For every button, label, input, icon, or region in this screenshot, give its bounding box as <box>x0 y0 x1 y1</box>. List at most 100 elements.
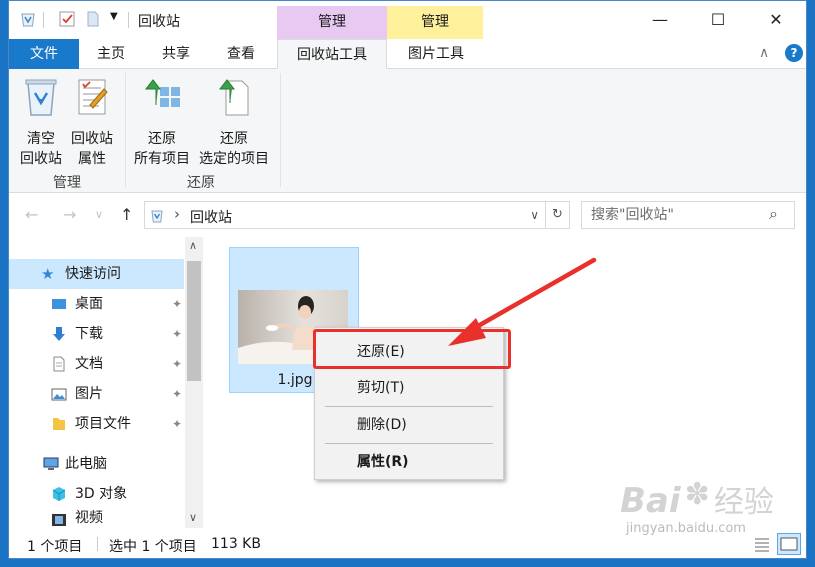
nav-scrollbar[interactable]: ∧ ∨ <box>185 237 203 528</box>
recycle-bin-icon <box>151 210 163 223</box>
restore-selected-icon <box>218 79 249 116</box>
star-icon: ★ <box>41 265 55 283</box>
pin-icon[interactable]: ✦ <box>172 409 182 439</box>
close-button[interactable]: ✕ <box>753 1 799 39</box>
tab-file[interactable]: 文件 <box>9 39 79 69</box>
nav-item-desktop[interactable]: 桌面 ✦ <box>9 289 184 319</box>
pin-icon[interactable]: ✦ <box>172 289 182 319</box>
pin-icon[interactable]: ✦ <box>172 379 182 409</box>
menu-separator <box>325 443 493 444</box>
recycle-bin-properties-button[interactable]: 回收站 属性 <box>67 75 117 169</box>
watermark-brand-cn: 经验 <box>713 485 774 520</box>
nav-item-pictures[interactable]: 图片 ✦ <box>9 379 184 409</box>
scroll-up-icon[interactable]: ∧ <box>189 239 197 252</box>
minimize-button[interactable]: — <box>637 1 683 39</box>
button-label: 还原 <box>220 131 248 147</box>
search-icon[interactable]: ⌕ <box>769 204 778 224</box>
refresh-button[interactable]: ↻ <box>546 201 570 229</box>
restore-selected-items-button[interactable]: 还原 选定的项目 <box>195 75 273 169</box>
baidu-watermark: Bai ✽ 经验 jingyan.baidu.com <box>620 477 774 536</box>
nav-item-downloads[interactable]: 下载 ✦ <box>9 319 184 349</box>
tab-recycle-bin-tools[interactable]: 回收站工具 <box>277 39 387 70</box>
menu-item-properties[interactable]: 属性(R) <box>317 446 501 478</box>
group-separator <box>125 73 126 187</box>
navigation-row: ← → ∨ ↑ › 回收站 ∨ ↻ 搜索"回收站" ⌕ <box>9 193 806 237</box>
contextual-tab-group-manage-picture: 管理 <box>387 6 483 39</box>
quick-access-dropdown-icon[interactable]: ▼ <box>110 11 118 22</box>
status-selected: 选中 1 个项目 <box>109 539 197 555</box>
cube-icon <box>52 487 66 501</box>
pin-icon[interactable]: ✦ <box>172 349 182 379</box>
nav-item-label: 桌面 <box>75 296 103 312</box>
document-icon <box>53 356 65 372</box>
new-folder-icon[interactable] <box>84 10 102 28</box>
large-icons-view-icon[interactable] <box>777 533 801 555</box>
video-icon <box>52 514 66 526</box>
search-input[interactable]: 搜索"回收站" <box>581 201 795 229</box>
menu-separator <box>325 406 493 407</box>
contextual-tab-group-manage-recycle: 管理 <box>277 6 387 39</box>
nav-item-label: 3D 对象 <box>75 486 128 502</box>
scroll-down-icon[interactable]: ∨ <box>189 511 197 524</box>
nav-item-videos[interactable]: 视频 <box>9 508 184 528</box>
status-item-count: 1 个项目 <box>27 539 83 555</box>
watermark-url: jingyan.baidu.com <box>626 521 746 536</box>
title-bar: ▼ 回收站 管理 管理 — ☐ ✕ <box>9 1 806 39</box>
button-label: 选定的项目 <box>199 151 269 167</box>
pin-icon[interactable]: ✦ <box>172 319 182 349</box>
ribbon-collapse-icon[interactable]: ∧ <box>759 45 769 61</box>
window-title: 回收站 <box>138 14 180 30</box>
back-button[interactable]: ← <box>25 205 38 224</box>
address-dropdown-icon[interactable]: ∨ <box>530 208 539 222</box>
group-label-restore: 还原 <box>187 175 215 191</box>
toolbar-divider <box>128 12 129 28</box>
nav-item-label: 此电脑 <box>65 456 107 472</box>
paw-icon: ✽ <box>684 477 710 512</box>
recent-locations-button[interactable]: ∨ <box>95 208 103 221</box>
menu-item-delete[interactable]: 删除(D) <box>317 409 501 441</box>
menu-item-cut[interactable]: 剪切(T) <box>317 372 501 404</box>
nav-item-3d-objects[interactable]: 3D 对象 <box>9 479 184 509</box>
tab-share[interactable]: 共享 <box>147 39 205 69</box>
status-divider <box>97 537 98 551</box>
nav-item-this-pc[interactable]: 此电脑 <box>9 449 184 479</box>
tab-picture-tools[interactable]: 图片工具 <box>389 39 483 69</box>
nav-item-documents[interactable]: 文档 ✦ <box>9 349 184 379</box>
group-label-manage: 管理 <box>53 175 81 191</box>
forward-button[interactable]: → <box>63 205 76 224</box>
ribbon: 清空 回收站 回收站 属性 管理 还原 所有项目 还原 选定的项目 还原 <box>9 69 806 193</box>
button-label: 属性 <box>78 151 106 167</box>
ribbon-tabs: 文件 主页 共享 查看 回收站工具 图片工具 ∧ ? <box>9 39 806 70</box>
button-label: 还原 <box>148 131 176 147</box>
status-size: 113 KB <box>211 536 261 552</box>
breadcrumb-recycle-bin[interactable]: 回收站 <box>190 207 232 227</box>
details-view-icon[interactable] <box>753 535 771 553</box>
nav-item-quick-access[interactable]: ★ 快速访问 <box>9 259 184 289</box>
toolbar-divider <box>43 12 44 28</box>
scroll-thumb[interactable] <box>187 261 201 381</box>
download-icon <box>53 327 65 341</box>
tab-home[interactable]: 主页 <box>81 39 141 69</box>
button-label: 回收站 <box>20 151 62 167</box>
recycle-bin-icon[interactable] <box>19 10 37 28</box>
button-label: 所有项目 <box>134 151 190 167</box>
button-label: 回收站 <box>71 131 113 147</box>
nav-item-label: 图片 <box>75 386 103 402</box>
properties-checkbox-icon[interactable] <box>58 10 76 28</box>
address-bar[interactable]: › 回收站 ∨ <box>144 201 546 229</box>
properties-document-icon <box>78 79 108 115</box>
empty-recycle-bin-button[interactable]: 清空 回收站 <box>17 75 65 169</box>
up-button[interactable]: ↑ <box>120 205 133 224</box>
watermark-brand: Bai <box>620 481 681 521</box>
help-icon[interactable]: ? <box>785 44 803 62</box>
maximize-button[interactable]: ☐ <box>695 1 741 39</box>
annotation-arrow-icon <box>448 257 597 346</box>
recycle-bin-icon <box>25 79 57 116</box>
breadcrumb-separator[interactable]: › <box>174 205 180 223</box>
tab-view[interactable]: 查看 <box>211 39 271 69</box>
restore-all-items-button[interactable]: 还原 所有项目 <box>129 75 195 169</box>
folder-icon <box>53 418 65 430</box>
picture-icon <box>51 388 67 401</box>
nav-item-label: 下载 <box>75 326 103 342</box>
nav-item-project-files[interactable]: 项目文件 ✦ <box>9 409 184 439</box>
